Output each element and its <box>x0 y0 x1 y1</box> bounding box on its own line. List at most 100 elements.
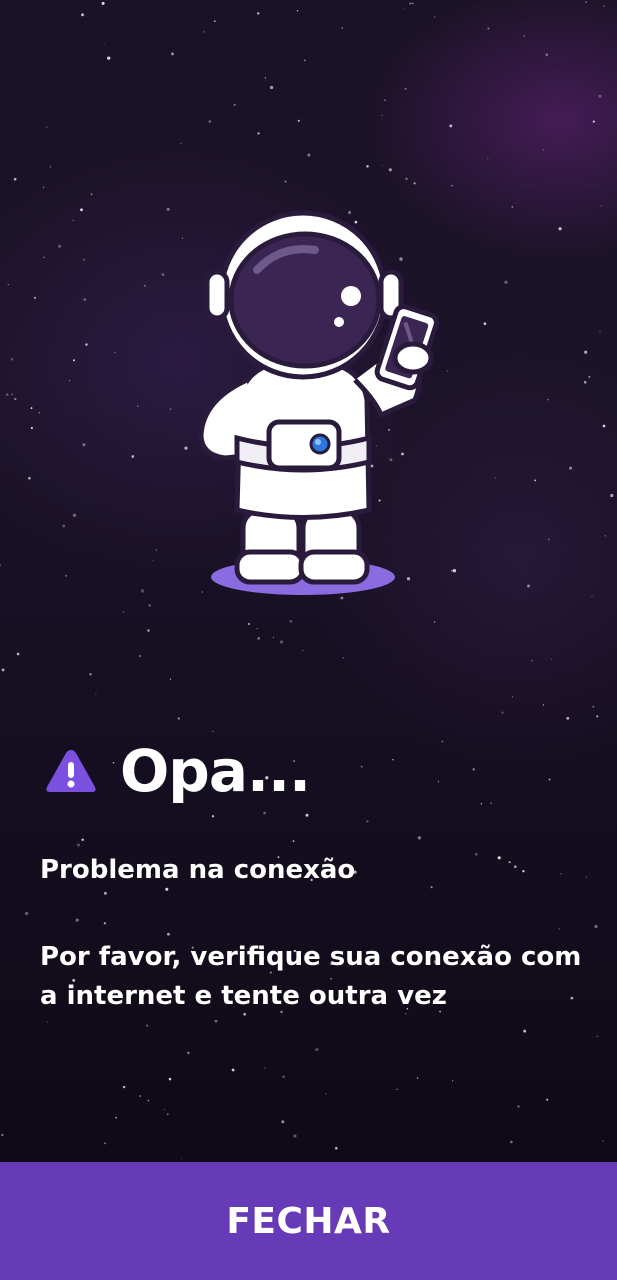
star <box>85 343 88 346</box>
star <box>136 405 139 407</box>
star <box>452 1080 454 1082</box>
star <box>82 258 85 261</box>
star <box>434 16 436 18</box>
star <box>596 715 599 718</box>
star <box>305 813 309 817</box>
star <box>211 815 215 818</box>
star <box>558 928 560 930</box>
page-title: Opa... <box>120 737 311 805</box>
star <box>248 623 251 625</box>
star <box>381 164 383 166</box>
star <box>437 781 439 783</box>
star <box>264 77 266 79</box>
star <box>584 350 588 354</box>
close-button[interactable]: FECHAR <box>0 1162 617 1280</box>
star <box>403 8 405 10</box>
star <box>103 42 105 45</box>
star <box>131 455 135 458</box>
star <box>603 5 605 7</box>
star <box>546 1098 549 1101</box>
star <box>181 1157 183 1159</box>
star <box>65 574 68 577</box>
star <box>592 120 595 123</box>
star <box>58 244 62 248</box>
star <box>551 658 553 661</box>
star <box>161 273 165 276</box>
star <box>405 177 408 181</box>
star <box>434 621 436 623</box>
star <box>289 619 293 623</box>
star <box>43 256 45 258</box>
star <box>257 637 261 640</box>
star <box>30 407 33 410</box>
star <box>301 649 304 652</box>
star <box>81 838 84 842</box>
star <box>214 1019 218 1023</box>
star <box>257 12 260 15</box>
star <box>1 668 5 672</box>
star <box>16 652 20 656</box>
star <box>602 1140 604 1142</box>
star <box>152 559 154 561</box>
star <box>180 142 182 145</box>
star <box>177 717 180 720</box>
star <box>451 185 453 187</box>
star <box>171 52 174 56</box>
star <box>42 186 45 188</box>
star <box>155 549 158 551</box>
star <box>409 2 412 5</box>
star <box>264 1067 266 1069</box>
star <box>72 513 77 517</box>
star <box>598 94 602 98</box>
star <box>396 1088 398 1091</box>
star <box>90 193 93 196</box>
star <box>596 1035 599 1038</box>
star <box>7 283 9 286</box>
star <box>588 375 591 378</box>
star <box>508 860 511 864</box>
star <box>548 778 551 781</box>
star <box>474 852 478 856</box>
error-subtitle: Problema na conexão <box>40 855 356 885</box>
star <box>513 865 517 869</box>
star <box>281 1120 285 1124</box>
star <box>38 411 41 414</box>
star <box>169 678 172 680</box>
star <box>446 370 448 372</box>
star <box>392 758 394 761</box>
star <box>542 149 545 151</box>
star <box>167 932 170 936</box>
star <box>594 924 598 929</box>
star <box>517 1105 520 1108</box>
star <box>512 696 514 698</box>
star <box>146 1024 149 1027</box>
star <box>103 922 107 925</box>
star <box>165 887 169 891</box>
star <box>449 124 453 128</box>
star <box>381 114 383 116</box>
star <box>452 569 457 573</box>
star <box>213 20 216 23</box>
star <box>11 393 13 395</box>
star <box>256 627 259 630</box>
star <box>585 876 587 878</box>
star <box>296 10 299 12</box>
star <box>583 380 587 384</box>
star <box>416 1077 419 1079</box>
star <box>534 479 537 482</box>
star <box>49 166 52 168</box>
star <box>68 379 71 382</box>
star <box>604 535 606 537</box>
star <box>497 856 501 860</box>
star <box>509 1140 513 1144</box>
star <box>95 693 97 695</box>
star <box>33 296 37 299</box>
star <box>114 352 116 354</box>
star <box>600 205 602 207</box>
star <box>279 640 284 644</box>
star <box>13 177 17 181</box>
star <box>272 636 274 638</box>
star <box>122 611 125 613</box>
star <box>284 180 287 183</box>
star <box>89 673 92 676</box>
